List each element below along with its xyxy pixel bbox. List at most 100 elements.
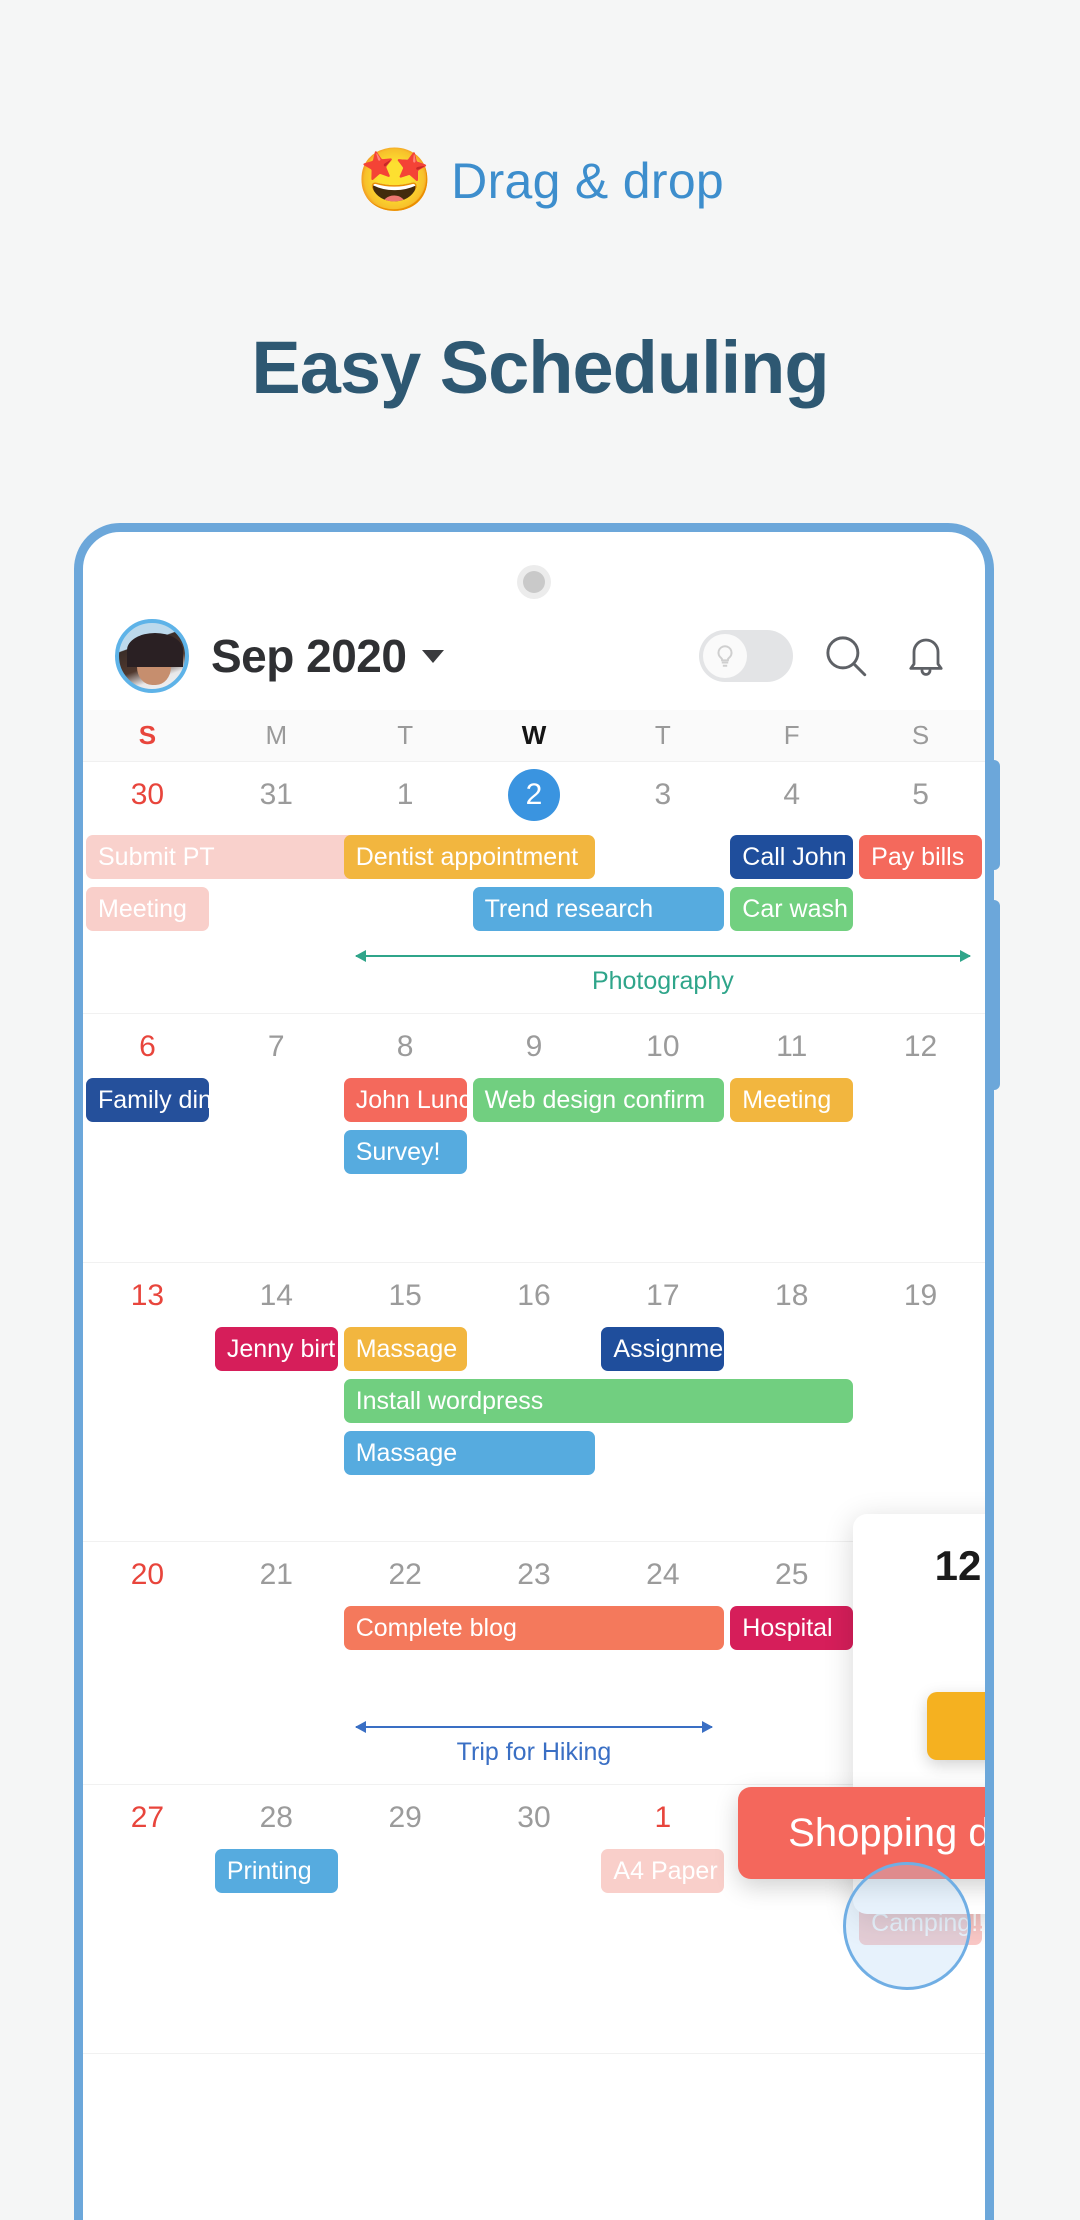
calendar-event[interactable]: Massage [343,1431,596,1475]
calendar-event[interactable]: Meeting [730,1078,854,1122]
calendar-event[interactable]: Pay bills [859,835,982,879]
search-icon [826,636,867,677]
day-cell-9[interactable]: 9 [470,1030,599,1064]
event-row-1: Install wordpress [83,1379,985,1423]
week-spacer [83,1953,985,2053]
header-actions [699,629,953,683]
weekday-label-4: T [654,720,671,750]
notification-bell-icon [909,638,943,676]
day-cell-16[interactable]: 16 [470,1279,599,1313]
app-header: Sep 2020 [83,602,985,710]
week-spacer [83,1483,985,1541]
arrow-left-icon [355,950,367,962]
day-cell-23[interactable]: 23 [470,1558,599,1592]
event-rows: Jenny birtMassageAssignmenInstall wordpr… [83,1327,985,1475]
day-cell-6[interactable]: 6 [83,1030,212,1064]
event-rows: Family dinn John LunchWeb design confirmM… [83,1078,985,1174]
event-row-1: Survey! [83,1130,985,1174]
day-cell-7[interactable]: 7 [212,1030,341,1064]
event-rows: Complete blogHospitalMachine Cl Workshop [83,1606,985,1702]
weekday-label-6: S [911,720,930,750]
calendar-event[interactable]: Trend research [472,887,725,931]
event-row-2: Massage [83,1431,985,1475]
day-cell-3[interactable]: 3 [598,778,727,821]
event-span-bar[interactable]: Photography [83,939,985,1013]
calendar-event[interactable]: Assignmen [601,1327,725,1371]
calendar-event[interactable]: Complete blog [343,1606,725,1650]
calendar-week-1: 6789101112 Family dinn John LunchWeb desig… [83,1014,985,1263]
day-cell-19[interactable]: 19 [856,1279,985,1313]
calendar-event[interactable]: John Lunch [343,1078,467,1122]
avatar[interactable] [115,619,189,693]
day-number-row: 13 14 15 16 17 18 19 [83,1263,985,1313]
day-cell-13[interactable]: 13 [83,1279,212,1313]
weekday-label-5: F [783,720,800,750]
day-cell-12[interactable]: 12 [856,1030,985,1064]
drag-event-shopping-day[interactable]: Shopping day [738,1787,985,1879]
theme-toggle[interactable] [699,630,793,682]
day-cell-27[interactable]: 27 [83,1801,212,1835]
calendar-event[interactable]: Meeting [86,887,209,931]
drag-event-gym[interactable]: Gym [927,1692,985,1760]
day-cell-10[interactable]: 10 [598,1030,727,1064]
day-cell-14[interactable]: 14 [212,1279,341,1313]
calendar-event[interactable]: Printing [214,1849,338,1893]
lightbulb-icon [717,645,733,667]
day-cell-22[interactable]: 22 [341,1558,470,1592]
day-number-row: 30 31 1 2 3 4 5 [83,762,985,821]
day-cell-17[interactable]: 17 [598,1279,727,1313]
day-cell-1[interactable]: 1 [598,1801,727,1835]
calendar-event[interactable]: Web design confirm [472,1078,725,1122]
calendar-event[interactable]: Dentist appointment [343,835,596,879]
page-root: 🤩 Drag & drop Easy Scheduling Sep 2020 S… [0,0,1080,2220]
day-cell-31[interactable]: 31 [212,778,341,821]
day-cell-5[interactable]: 5 [856,778,985,821]
calendar-event[interactable]: Massage [343,1327,467,1371]
day-cell-8[interactable]: 8 [341,1030,470,1064]
event-row-1: Workshop [83,1658,985,1702]
calendar-event[interactable]: Jenny birt [214,1327,338,1371]
drag-touch-indicator [843,1862,971,1990]
day-cell-29[interactable]: 29 [341,1801,470,1835]
day-cell-11[interactable]: 11 [727,1030,856,1064]
day-cell-1[interactable]: 1 [341,778,470,821]
event-row-1: Meeting Trend research Car wash [83,887,985,931]
day-cell-2[interactable]: 2 [507,769,560,821]
calendar-event[interactable]: Hospital [730,1606,854,1650]
notifications-button[interactable] [899,629,953,683]
calendar-event[interactable]: Survey! [343,1130,467,1174]
day-cell-18[interactable]: 18 [727,1279,856,1313]
event-span-bar[interactable]: Trip for Hiking [83,1710,985,1784]
chevron-down-icon[interactable] [422,649,445,663]
phone-power-button [988,900,1000,1090]
day-cell-28[interactable]: 28 [212,1801,341,1835]
day-cell-15[interactable]: 15 [341,1279,470,1313]
day-cell-4[interactable]: 4 [727,778,856,821]
day-cell-25[interactable]: 25 [727,1558,856,1592]
phone-mockup: Sep 2020 S M T W T F S 30 31 1 2 3 4 5 S… [74,523,994,2220]
calendar-week-2: 13141516171819Jenny birtMassageAssignmen… [83,1263,985,1542]
day-cell-20[interactable]: 20 [83,1558,212,1592]
day-cell-30[interactable]: 30 [83,778,212,821]
event-row-0: Complete blogHospitalMachine Cl [83,1606,985,1650]
weekday-label-1: M [265,720,288,750]
day-cell-24[interactable]: 24 [598,1558,727,1592]
event-row-0: Jenny birtMassage Assignmen [83,1327,985,1371]
calendar-event[interactable]: A4 Paper [601,1849,725,1893]
month-title: Sep 2020 [211,630,407,682]
calendar-event[interactable]: Call John [730,835,854,879]
phone-camera-icon [517,565,551,599]
calendar-event[interactable]: Install wordpress [343,1379,854,1423]
arrow-right-icon [959,950,971,962]
search-button[interactable] [819,629,873,683]
calendar-event[interactable]: Car wash [730,887,854,931]
calendar-event[interactable]: Family dinn [86,1078,209,1122]
weekday-label-2: T [397,720,414,750]
day-cell-30[interactable]: 30 [470,1801,599,1835]
toggle-knob [703,634,747,678]
day-cell-21[interactable]: 21 [212,1558,341,1592]
day-number-row: 20212223242526 [83,1542,985,1592]
promo-tagline: 🤩 Drag & drop [0,150,1080,212]
day-number-row: 6 7 8 9 10 11 12 [83,1014,985,1064]
weekday-label-0: S [138,720,157,750]
